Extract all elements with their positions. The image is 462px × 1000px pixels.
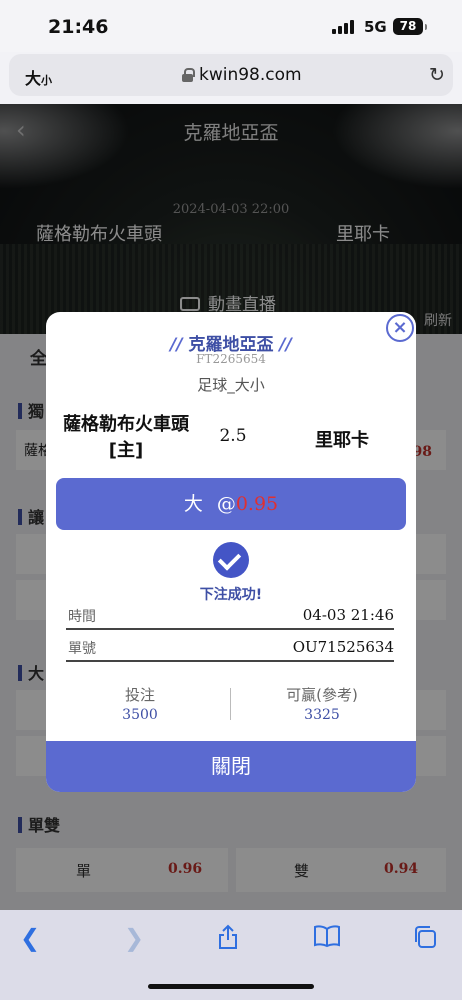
- market-type: 足球_大小: [197, 376, 265, 394]
- bet-success-modal: × // 克羅地亞盃 // FT2265654 足球_大小 薩格勒布火車頭 [主…: [46, 312, 416, 792]
- close-button[interactable]: 關閉: [46, 741, 416, 792]
- modal-home-team: 薩格勒布火車頭 [主]: [63, 414, 189, 461]
- tabs-icon[interactable]: [412, 924, 438, 956]
- stat-divider: [230, 688, 231, 720]
- status-bar: 21:46 5G 78: [0, 0, 462, 52]
- share-icon[interactable]: [216, 924, 240, 956]
- signal-icon: [332, 20, 354, 34]
- modal-away-team: 里耶卡: [315, 430, 369, 451]
- time-row: 時間 04-03 21:46: [66, 600, 394, 630]
- address-bar[interactable]: 大小 kwin98.com ↻: [9, 54, 453, 96]
- reload-icon[interactable]: ↻: [429, 64, 445, 86]
- text-size-button[interactable]: 大小: [25, 65, 52, 89]
- back-icon[interactable]: ❮: [20, 924, 40, 952]
- selection-display: 大 @0.95: [56, 478, 406, 530]
- handicap-line: 2.5: [219, 426, 247, 446]
- lock-icon: [182, 68, 195, 82]
- url-text[interactable]: kwin98.com: [199, 65, 302, 85]
- network-type: 5G: [364, 18, 387, 36]
- stake-info: 投注 3500: [122, 686, 158, 723]
- success-check-icon: [213, 542, 249, 578]
- bookmarks-icon[interactable]: [313, 924, 341, 954]
- order-number-row: 單號 OU71525634: [66, 632, 394, 662]
- forward-icon[interactable]: ❯: [124, 924, 144, 952]
- battery-icon: 78: [393, 18, 427, 35]
- bet-code: FT2265654: [196, 352, 266, 366]
- potential-win-info: 可贏(參考) 3325: [286, 686, 358, 723]
- home-indicator: [148, 984, 314, 989]
- status-time: 21:46: [48, 16, 109, 38]
